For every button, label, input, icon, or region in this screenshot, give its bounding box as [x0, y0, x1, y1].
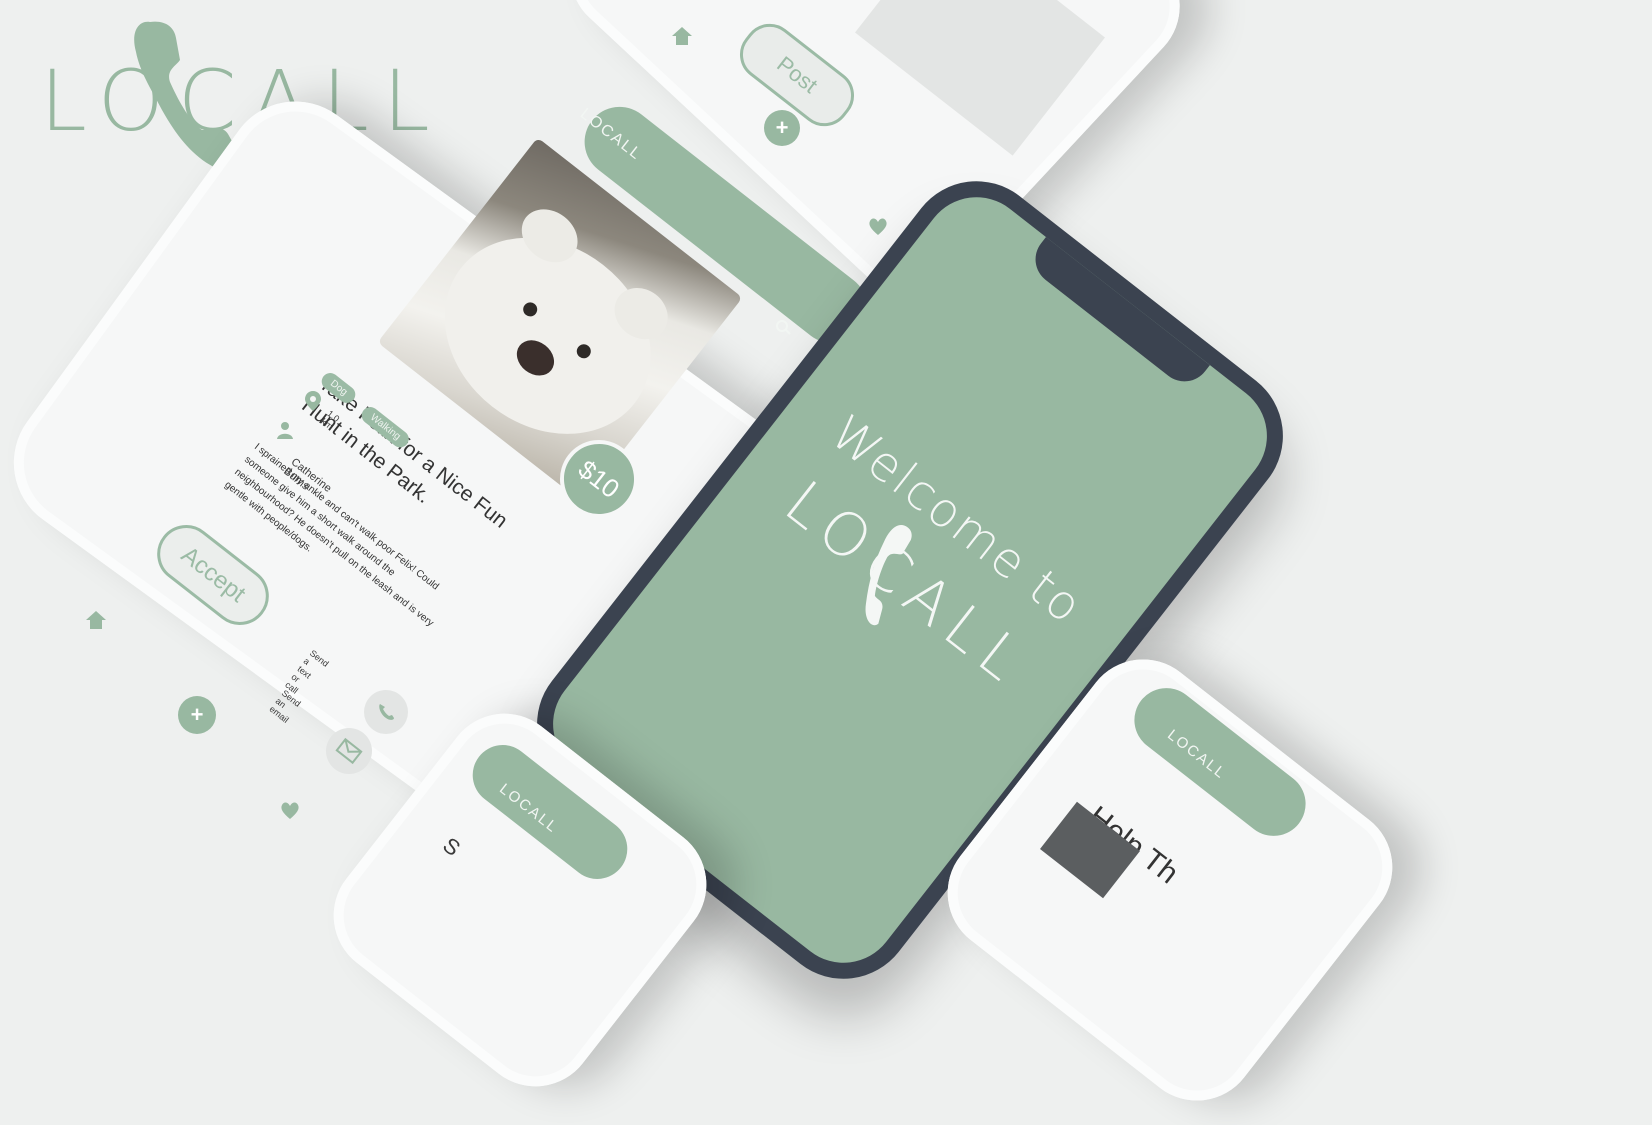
phone-top-home-icon[interactable]: [670, 24, 694, 48]
plus-icon: +: [775, 115, 789, 140]
phone-top-add-button[interactable]: +: [764, 110, 800, 146]
location-pin-icon: [305, 391, 321, 411]
phone-top-heart-icon[interactable]: [866, 214, 890, 238]
person-icon: [277, 422, 293, 439]
phone-dark-notch: [1025, 237, 1210, 392]
envelope-icon: [335, 737, 363, 765]
home-icon[interactable]: [84, 608, 108, 632]
heart-icon[interactable]: [278, 798, 302, 822]
plus-icon: +: [190, 702, 204, 727]
phone-main-content: LOCALL $10 Take Felix for a Nice Fun Hun…: [0, 0, 882, 819]
email-button[interactable]: [326, 728, 372, 774]
price-text: $10: [572, 453, 626, 505]
post-button-label: Post: [772, 51, 823, 99]
add-button[interactable]: +: [178, 696, 216, 734]
search-icon[interactable]: [774, 318, 792, 336]
